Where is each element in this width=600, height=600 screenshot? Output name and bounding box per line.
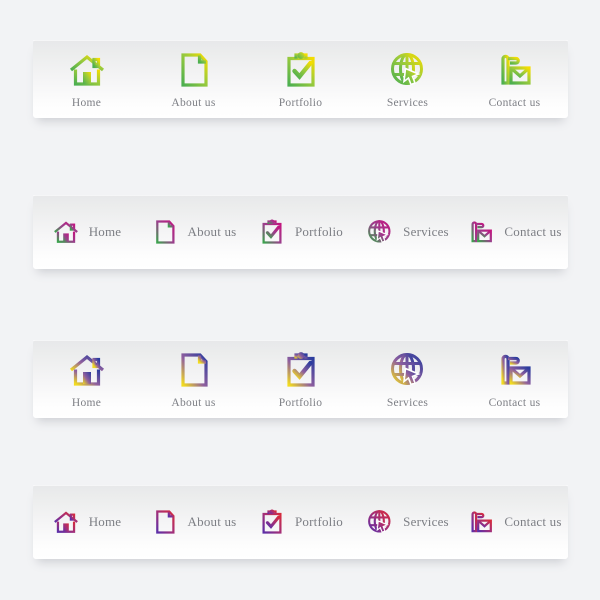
nav-item-label: About us [171,396,216,409]
nav-item-label: Portfolio [294,514,344,529]
nav-item-portfolio[interactable]: Portfolio [247,485,354,559]
navigation-bar-showcase: Home About us Portfolio Services Contact… [0,0,600,600]
globe-cursor-icon [388,50,428,90]
home-icon [67,50,107,90]
phone-envelope-icon [467,218,495,246]
navbar-1: Home About us Portfolio Services Contact… [33,40,568,118]
nav-item-label: Services [403,224,449,239]
nav-item-services[interactable]: Services [354,340,461,418]
nav-item-home[interactable]: Home [33,195,140,269]
document-page-icon [151,508,179,536]
home-icon [67,350,107,390]
globe-cursor-icon [366,508,394,536]
nav-item-portfolio[interactable]: Portfolio [247,340,354,418]
document-page-icon [174,350,214,390]
nav-item-about-us[interactable]: About us [140,340,247,418]
nav-item-label: Home [71,96,102,109]
nav-item-contact-us[interactable]: Contact us [461,195,568,269]
navbar-2: Home About us Portfolio Services Contact… [33,195,568,269]
navbar-1-items: Home About us Portfolio Services Contact… [33,40,568,118]
nav-item-home[interactable]: Home [33,485,140,559]
globe-cursor-icon [366,218,394,246]
nav-item-contact-us[interactable]: Contact us [461,485,568,559]
clipboard-check-icon [281,50,321,90]
nav-item-label: Home [88,514,122,529]
nav-item-services[interactable]: Services [354,40,461,118]
clipboard-check-icon [281,350,321,390]
nav-item-about-us[interactable]: About us [140,40,247,118]
clipboard-check-icon [258,508,286,536]
nav-item-services[interactable]: Services [354,485,461,559]
nav-item-home[interactable]: Home [33,40,140,118]
nav-item-label: Contact us [504,224,562,239]
nav-item-label: Contact us [488,396,541,409]
nav-item-portfolio[interactable]: Portfolio [247,195,354,269]
navbar-4-items: Home About us Portfolio Services Contact… [33,485,568,559]
document-page-icon [174,50,214,90]
nav-item-label: Services [386,396,429,409]
nav-item-contact-us[interactable]: Contact us [461,40,568,118]
nav-item-label: Services [386,96,429,109]
nav-item-label: Home [88,224,122,239]
phone-envelope-icon [495,50,535,90]
nav-item-label: Portfolio [278,396,323,409]
nav-item-label: Portfolio [278,96,323,109]
home-icon [52,508,80,536]
nav-item-about-us[interactable]: About us [140,195,247,269]
navbar-3-items: Home About us Portfolio Services Contact… [33,340,568,418]
nav-item-label: Home [71,396,102,409]
nav-item-label: About us [171,96,216,109]
nav-item-label: About us [187,514,237,529]
clipboard-check-icon [258,218,286,246]
document-page-icon [151,218,179,246]
navbar-3: Home About us Portfolio Services Contact… [33,340,568,418]
nav-item-label: Contact us [504,514,562,529]
nav-item-home[interactable]: Home [33,340,140,418]
nav-item-label: About us [187,224,237,239]
nav-item-portfolio[interactable]: Portfolio [247,40,354,118]
nav-item-label: Portfolio [294,224,344,239]
phone-envelope-icon [495,350,535,390]
nav-item-about-us[interactable]: About us [140,485,247,559]
home-icon [52,218,80,246]
navbar-4: Home About us Portfolio Services Contact… [33,485,568,559]
nav-item-services[interactable]: Services [354,195,461,269]
nav-item-label: Contact us [488,96,541,109]
phone-envelope-icon [467,508,495,536]
globe-cursor-icon [388,350,428,390]
nav-item-contact-us[interactable]: Contact us [461,340,568,418]
navbar-2-items: Home About us Portfolio Services Contact… [33,195,568,269]
nav-item-label: Services [403,514,449,529]
